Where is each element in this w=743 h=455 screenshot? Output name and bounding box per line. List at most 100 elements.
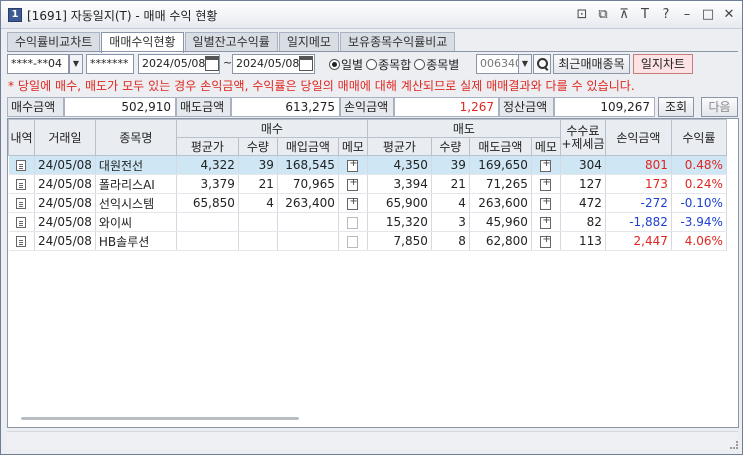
sell-memo-cell[interactable] xyxy=(531,193,561,213)
minimize-icon[interactable]: – xyxy=(680,7,694,23)
col-date[interactable]: 거래일 xyxy=(34,119,96,156)
search-icon[interactable] xyxy=(533,54,551,74)
col-detail[interactable]: 내역 xyxy=(8,119,35,156)
buy-avg-cell xyxy=(176,231,239,251)
next-button[interactable]: 다음 xyxy=(701,97,738,117)
col-fee-tax[interactable]: 수수료 +제세금 xyxy=(559,119,606,156)
add-memo-icon[interactable] xyxy=(347,177,359,191)
account-select[interactable]: ****-**04 xyxy=(7,54,69,74)
buy-amount-cell: 168,545 xyxy=(277,155,339,175)
table-row[interactable]: 24/05/08 대원전선 4,322 39 168,545 4,350 39 … xyxy=(8,155,727,175)
tab-holding-return-compare[interactable]: 보유종목수익률비교 xyxy=(339,32,456,52)
pin-icon[interactable]: ⊼ xyxy=(617,7,631,23)
sell-memo-cell[interactable] xyxy=(531,212,561,232)
notice-text: * 당일에 매수, 매도가 모두 있는 경우 손익금액, 수익률은 당일의 매매… xyxy=(8,79,635,93)
add-memo-icon[interactable] xyxy=(540,215,552,229)
stock-code-field[interactable]: 006340 xyxy=(476,54,520,74)
table-row[interactable]: 24/05/08 폴라리스AI 3,379 21 70,965 3,394 21… xyxy=(8,174,727,194)
col-buy-avg[interactable]: 평균가 xyxy=(175,137,239,156)
resize-grip-icon[interactable] xyxy=(730,441,738,449)
buy-amount-cell: 263,400 xyxy=(277,193,339,213)
col-group-buy: 매수 xyxy=(175,119,368,138)
trade-table-grid: 내역 거래일 종목명 매수 매도 수수료 +제세금 손익금액 수익률 평균가 수… xyxy=(8,119,727,251)
memo-icon[interactable] xyxy=(347,216,359,229)
add-memo-icon[interactable] xyxy=(540,177,552,191)
table-row[interactable]: 24/05/08 와이씨 15,320 3 45,960 82 -1,882 -… xyxy=(8,212,727,232)
close-icon[interactable]: ✕ xyxy=(722,7,736,23)
link-window-icon[interactable]: ⧉ xyxy=(596,7,610,23)
sell-memo-cell[interactable] xyxy=(531,174,561,194)
detail-cell[interactable] xyxy=(8,212,35,232)
buy-memo-cell[interactable] xyxy=(338,155,368,175)
tab-journal-memo[interactable]: 일지메모 xyxy=(278,32,339,52)
tab-daily-balance-return[interactable]: 일별잔고수익률 xyxy=(184,32,278,52)
table-row[interactable]: 24/05/08 선익시스템 65,850 4 263,400 65,900 4… xyxy=(8,193,727,213)
profit-loss-cell: 801 xyxy=(605,155,672,175)
sell-memo-cell[interactable] xyxy=(531,231,561,251)
status-bar xyxy=(7,431,738,449)
sell-memo-cell[interactable] xyxy=(531,155,561,175)
sell-qty-cell: 3 xyxy=(431,212,470,232)
password-field[interactable]: ******* xyxy=(86,54,134,74)
col-sell-qty[interactable]: 수량 xyxy=(430,137,470,156)
detail-cell[interactable] xyxy=(8,174,35,194)
font-size-icon[interactable]: T xyxy=(638,7,652,23)
table-row[interactable]: 24/05/08 HB솔루션 7,850 8 62,800 113 2,447 … xyxy=(8,231,727,251)
add-memo-icon[interactable] xyxy=(540,158,552,172)
col-sell-memo[interactable]: 메모 xyxy=(530,137,561,156)
detail-icon[interactable] xyxy=(16,179,27,190)
sell-avg-cell: 15,320 xyxy=(367,212,432,232)
detail-cell[interactable] xyxy=(8,231,35,251)
detail-icon[interactable] xyxy=(16,217,27,228)
horizontal-scrollbar[interactable] xyxy=(21,417,299,420)
tab-return-compare-chart[interactable]: 수익률비교차트 xyxy=(7,32,101,52)
sell-qty-cell: 21 xyxy=(431,174,470,194)
col-sell-avg[interactable]: 평균가 xyxy=(366,137,432,156)
account-dropdown-icon[interactable]: ▼ xyxy=(69,54,83,74)
memo-icon[interactable] xyxy=(347,235,359,248)
col-profit-loss[interactable]: 손익금액 xyxy=(604,119,672,156)
col-buy-qty[interactable]: 수량 xyxy=(237,137,278,156)
query-button[interactable]: 조회 xyxy=(658,97,694,117)
screen-capture-icon[interactable]: ⊡ xyxy=(575,7,589,23)
help-icon[interactable]: ? xyxy=(659,7,673,23)
radio-stock-sum[interactable]: 종목합 xyxy=(366,56,411,73)
col-stock-name[interactable]: 종목명 xyxy=(94,119,177,156)
detail-cell[interactable] xyxy=(8,193,35,213)
calendar-from-icon[interactable] xyxy=(205,56,219,71)
sell-avg-cell: 4,350 xyxy=(367,155,432,175)
stock-name-cell: 와이씨 xyxy=(95,212,177,232)
calendar-to-icon[interactable] xyxy=(299,56,313,71)
radio-by-stock-dot xyxy=(414,59,426,70)
journal-chart-button[interactable]: 일지차트 xyxy=(633,54,693,74)
detail-icon[interactable] xyxy=(16,236,27,247)
col-buy-amount[interactable]: 매입금액 xyxy=(276,137,339,156)
buy-memo-cell[interactable] xyxy=(338,174,368,194)
sell-amount-value: 613,275 xyxy=(231,97,340,117)
date-cell: 24/05/08 xyxy=(34,174,96,194)
col-sell-amount[interactable]: 매도금액 xyxy=(468,137,532,156)
add-memo-icon[interactable] xyxy=(540,196,552,210)
buy-memo-cell[interactable] xyxy=(338,212,368,232)
col-return-rate[interactable]: 수익률 xyxy=(670,119,727,156)
buy-memo-cell[interactable] xyxy=(338,193,368,213)
radio-daily[interactable]: 일별 xyxy=(329,56,363,73)
add-memo-icon[interactable] xyxy=(540,234,552,248)
buy-amount-label: 매수금액 xyxy=(7,97,64,117)
tab-trade-profit-status[interactable]: 매매수익현황 xyxy=(101,32,184,53)
add-memo-icon[interactable] xyxy=(347,158,359,172)
add-memo-icon[interactable] xyxy=(347,196,359,210)
detail-icon[interactable] xyxy=(16,160,27,171)
detail-icon[interactable] xyxy=(16,198,27,209)
detail-cell[interactable] xyxy=(8,155,35,175)
stock-code-dropdown-icon[interactable]: ▼ xyxy=(518,54,532,74)
sell-qty-cell: 39 xyxy=(431,155,470,175)
radio-daily-label: 일별 xyxy=(341,58,364,72)
buy-amount-cell: 70,965 xyxy=(277,174,339,194)
radio-by-stock[interactable]: 종목별 xyxy=(414,56,459,73)
maximize-icon[interactable]: □ xyxy=(701,7,715,23)
radio-stock-sum-label: 종목합 xyxy=(378,58,412,72)
recent-trades-button[interactable]: 최근매매종목 xyxy=(553,54,630,74)
col-buy-memo[interactable]: 메모 xyxy=(337,137,368,156)
buy-memo-cell[interactable] xyxy=(338,231,368,251)
